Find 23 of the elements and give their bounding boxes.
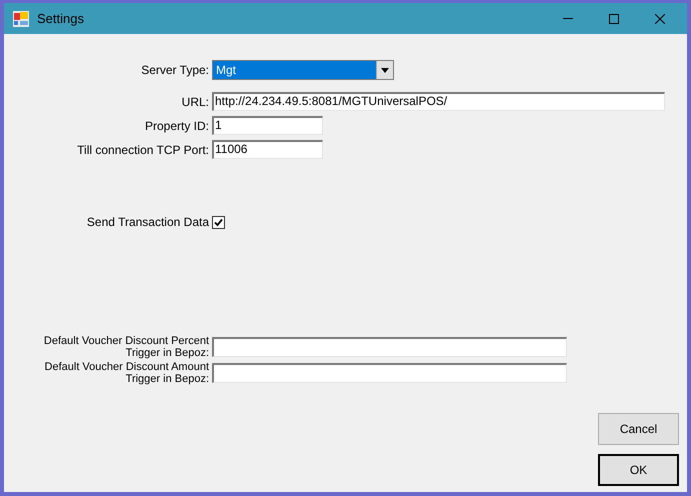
- text-field[interactable]: http://24.234.49.5:8081/MGTUniversalPOS/: [212, 92, 665, 111]
- field-label: Default Voucher Discount Amount Trigger in Bepoz:: [44, 361, 210, 385]
- check-icon: [214, 218, 223, 226]
- text-field[interactable]: 11006: [212, 140, 323, 159]
- text-field[interactable]: 1: [212, 116, 323, 135]
- server-type-dropdown[interactable]: Mgt: [212, 60, 394, 80]
- ok-button[interactable]: OK: [598, 454, 679, 486]
- field-label: Default Voucher Discount Percent Trigger in Bepoz:: [42, 335, 210, 359]
- send-transaction-checkbox[interactable]: [212, 216, 225, 228]
- field-label: URL:: [180, 94, 210, 110]
- maximize-icon: [609, 14, 619, 24]
- close-icon: [655, 14, 665, 24]
- checkbox-label: Send Transaction Data: [86, 214, 210, 231]
- field-label: Property ID:: [144, 118, 210, 134]
- cancel-button[interactable]: Cancel: [598, 413, 679, 445]
- app-icon: [13, 10, 29, 26]
- minimize-icon: [563, 18, 573, 19]
- field-label: Server Type:: [140, 62, 210, 79]
- window-title: Settings: [37, 10, 84, 28]
- caret-icon: [381, 68, 389, 72]
- text-field[interactable]: [212, 337, 567, 357]
- text-field[interactable]: [212, 363, 567, 383]
- field-label: Till connection TCP Port:: [76, 142, 210, 158]
